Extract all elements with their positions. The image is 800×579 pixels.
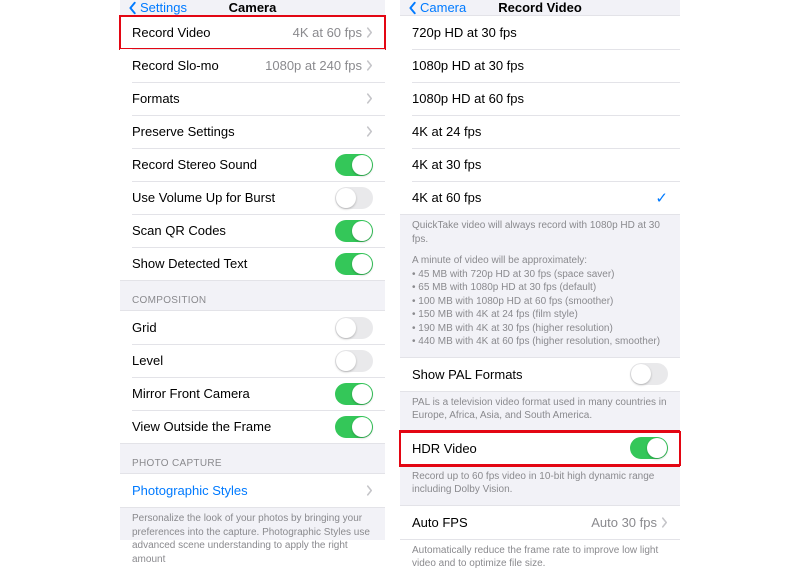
toggle-switch[interactable]	[335, 350, 373, 372]
row-label: View Outside the Frame	[132, 419, 335, 434]
size-line: • 65 MB with 1080p HD at 30 fps (default…	[412, 281, 668, 295]
settings-row[interactable]: 4K at 24 fps	[400, 115, 680, 148]
row-label: Preserve Settings	[132, 124, 366, 139]
settings-row[interactable]: Show Detected Text	[120, 247, 385, 280]
row-label: 4K at 24 fps	[412, 124, 668, 139]
chevron-left-icon	[408, 1, 418, 15]
hdr-group: HDR Video	[400, 431, 680, 466]
settings-row[interactable]: Grid	[120, 311, 385, 344]
autofps-footer: Automatically reduce the frame rate to i…	[400, 540, 680, 579]
chevron-right-icon	[366, 485, 373, 496]
video-quality-options: 720p HD at 30 fps 1080p HD at 30 fps 1080p…	[400, 15, 680, 215]
row-label: Show PAL Formats	[412, 367, 630, 382]
row-label: 4K at 60 fps	[412, 190, 655, 205]
back-label: Camera	[420, 0, 466, 15]
chevron-right-icon	[366, 60, 373, 71]
settings-row[interactable]: Auto FPSAuto 30 fps	[400, 506, 680, 539]
row-label: Show Detected Text	[132, 256, 335, 271]
settings-row[interactable]: Scan QR Codes	[120, 214, 385, 247]
settings-row[interactable]: Photographic Styles	[120, 474, 385, 507]
row-label: Photographic Styles	[132, 483, 366, 498]
nav-bar: Camera Record Video	[400, 0, 680, 15]
size-line: • 45 MB with 720p HD at 30 fps (space sa…	[412, 268, 668, 282]
row-label: Auto FPS	[412, 515, 591, 530]
toggle-switch[interactable]	[335, 416, 373, 438]
settings-row[interactable]: Use Volume Up for Burst	[120, 181, 385, 214]
chevron-left-icon	[128, 1, 138, 15]
chevron-right-icon	[366, 27, 373, 38]
row-label: HDR Video	[412, 441, 630, 456]
row-label: Level	[132, 353, 335, 368]
chevron-right-icon	[366, 126, 373, 137]
size-estimate: A minute of video will be approximately:…	[400, 254, 680, 357]
settings-row[interactable]: Record Slo-mo1080p at 240 fps	[120, 49, 385, 82]
pal-footer: PAL is a television video format used in…	[400, 392, 680, 431]
toggle-switch[interactable]	[335, 253, 373, 275]
back-button[interactable]: Settings	[128, 0, 187, 15]
section-header-photo-capture: PHOTO CAPTURE	[120, 444, 385, 473]
settings-row[interactable]: 1080p HD at 30 fps	[400, 49, 680, 82]
back-label: Settings	[140, 0, 187, 15]
settings-row[interactable]: View Outside the Frame	[120, 410, 385, 443]
row-label: 1080p HD at 60 fps	[412, 91, 668, 106]
toggle-switch[interactable]	[335, 383, 373, 405]
settings-row[interactable]: 720p HD at 30 fps	[400, 16, 680, 49]
camera-settings-panel: Settings Camera Record Video4K at 60 fps…	[120, 0, 385, 540]
row-label: Record Video	[132, 25, 293, 40]
row-label: Scan QR Codes	[132, 223, 335, 238]
toggle-switch[interactable]	[630, 363, 668, 385]
row-label: Use Volume Up for Burst	[132, 190, 335, 205]
settings-row[interactable]: Record Stereo Sound	[120, 148, 385, 181]
row-label: 4K at 30 fps	[412, 157, 668, 172]
size-line: • 100 MB with 1080p HD at 60 fps (smooth…	[412, 295, 668, 309]
checkmark-icon: ✓	[655, 189, 668, 207]
settings-row[interactable]: Mirror Front Camera	[120, 377, 385, 410]
row-value: Auto 30 fps	[591, 515, 657, 530]
row-label: Mirror Front Camera	[132, 386, 335, 401]
settings-row[interactable]: 4K at 30 fps	[400, 148, 680, 181]
chevron-right-icon	[661, 517, 668, 528]
size-line: • 190 MB with 4K at 30 fps (higher resol…	[412, 322, 668, 336]
toggle-switch[interactable]	[335, 187, 373, 209]
photo-capture-footer: Personalize the look of your photos by b…	[120, 508, 385, 574]
settings-group-composition: Grid Level Mirror Front Camera View Outside…	[120, 310, 385, 444]
toggle-switch[interactable]	[630, 437, 668, 459]
autofps-group: Auto FPSAuto 30 fps	[400, 505, 680, 540]
settings-row[interactable]: HDR Video	[400, 432, 680, 465]
toggle-switch[interactable]	[335, 317, 373, 339]
quicktake-note: QuickTake video will always record with …	[400, 215, 680, 254]
row-label: Grid	[132, 320, 335, 335]
size-line: • 440 MB with 4K at 60 fps (higher resol…	[412, 335, 668, 349]
settings-group-photo-capture: Photographic Styles	[120, 473, 385, 508]
row-label: 720p HD at 30 fps	[412, 25, 668, 40]
settings-row[interactable]: Formats	[120, 82, 385, 115]
row-label: 1080p HD at 30 fps	[412, 58, 668, 73]
toggle-switch[interactable]	[335, 154, 373, 176]
size-line: • 150 MB with 4K at 24 fps (film style)	[412, 308, 668, 322]
back-button[interactable]: Camera	[408, 0, 466, 15]
nav-bar: Settings Camera	[120, 0, 385, 15]
row-label: Formats	[132, 91, 366, 106]
row-value: 4K at 60 fps	[293, 25, 362, 40]
row-value: 1080p at 240 fps	[265, 58, 362, 73]
toggle-switch[interactable]	[335, 220, 373, 242]
size-header: A minute of video will be approximately:	[412, 254, 668, 268]
row-label: Record Stereo Sound	[132, 157, 335, 172]
settings-row[interactable]: Level	[120, 344, 385, 377]
record-video-panel: Camera Record Video 720p HD at 30 fps 108…	[400, 0, 680, 540]
pal-group: Show PAL Formats	[400, 357, 680, 392]
row-label: Record Slo-mo	[132, 58, 265, 73]
settings-row[interactable]: Record Video4K at 60 fps	[120, 16, 385, 49]
settings-group-main: Record Video4K at 60 fpsRecord Slo-mo108…	[120, 15, 385, 281]
settings-row[interactable]: 1080p HD at 60 fps	[400, 82, 680, 115]
settings-row[interactable]: Show PAL Formats	[400, 358, 680, 391]
section-header-composition: COMPOSITION	[120, 281, 385, 310]
settings-row[interactable]: 4K at 60 fps✓	[400, 181, 680, 214]
chevron-right-icon	[366, 93, 373, 104]
hdr-footer: Record up to 60 fps video in 10-bit high…	[400, 466, 680, 505]
settings-row[interactable]: Preserve Settings	[120, 115, 385, 148]
